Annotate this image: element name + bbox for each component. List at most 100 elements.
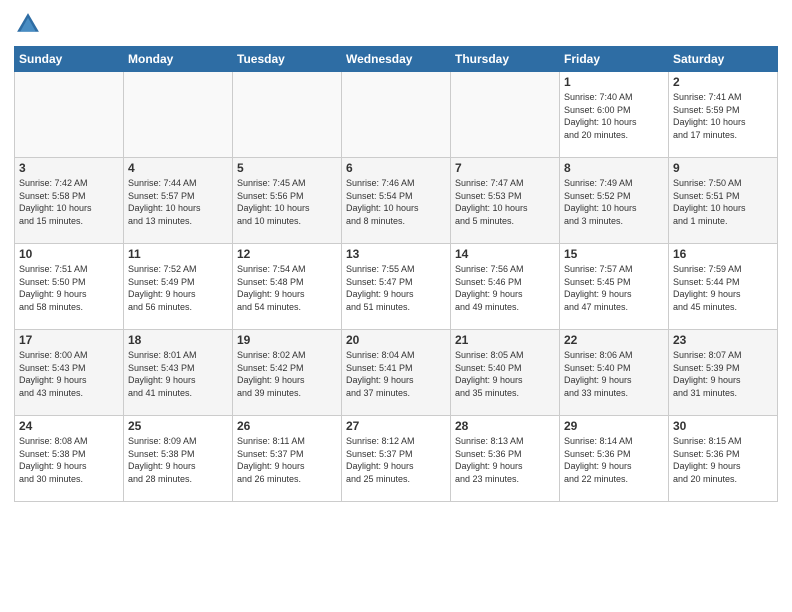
calendar-cell	[451, 72, 560, 158]
day-number: 1	[564, 75, 664, 89]
calendar-cell: 8 Sunrise: 7:49 AM Sunset: 5:52 PM Daylig…	[560, 158, 669, 244]
calendar-cell: 19 Sunrise: 8:02 AM Sunset: 5:42 PM Dayli…	[233, 330, 342, 416]
day-info: Sunrise: 7:46 AM Sunset: 5:54 PM Dayligh…	[346, 177, 446, 227]
day-number: 5	[237, 161, 337, 175]
day-number: 4	[128, 161, 228, 175]
day-info: Sunrise: 7:45 AM Sunset: 5:56 PM Dayligh…	[237, 177, 337, 227]
calendar-cell: 12 Sunrise: 7:54 AM Sunset: 5:48 PM Dayli…	[233, 244, 342, 330]
calendar-cell	[342, 72, 451, 158]
day-info: Sunrise: 7:50 AM Sunset: 5:51 PM Dayligh…	[673, 177, 773, 227]
calendar-cell: 11 Sunrise: 7:52 AM Sunset: 5:49 PM Dayli…	[124, 244, 233, 330]
calendar-cell: 25 Sunrise: 8:09 AM Sunset: 5:38 PM Dayli…	[124, 416, 233, 502]
day-info: Sunrise: 8:11 AM Sunset: 5:37 PM Dayligh…	[237, 435, 337, 485]
day-number: 25	[128, 419, 228, 433]
day-number: 3	[19, 161, 119, 175]
day-number: 20	[346, 333, 446, 347]
day-info: Sunrise: 8:09 AM Sunset: 5:38 PM Dayligh…	[128, 435, 228, 485]
weekday-header-tuesday: Tuesday	[233, 47, 342, 72]
day-info: Sunrise: 7:44 AM Sunset: 5:57 PM Dayligh…	[128, 177, 228, 227]
calendar-week-1: 1 Sunrise: 7:40 AM Sunset: 6:00 PM Daylig…	[15, 72, 778, 158]
day-number: 30	[673, 419, 773, 433]
day-number: 14	[455, 247, 555, 261]
calendar-week-3: 10 Sunrise: 7:51 AM Sunset: 5:50 PM Dayli…	[15, 244, 778, 330]
calendar-cell: 28 Sunrise: 8:13 AM Sunset: 5:36 PM Dayli…	[451, 416, 560, 502]
day-number: 9	[673, 161, 773, 175]
day-info: Sunrise: 8:02 AM Sunset: 5:42 PM Dayligh…	[237, 349, 337, 399]
day-info: Sunrise: 7:56 AM Sunset: 5:46 PM Dayligh…	[455, 263, 555, 313]
day-number: 21	[455, 333, 555, 347]
day-info: Sunrise: 7:40 AM Sunset: 6:00 PM Dayligh…	[564, 91, 664, 141]
day-number: 22	[564, 333, 664, 347]
calendar-cell: 4 Sunrise: 7:44 AM Sunset: 5:57 PM Daylig…	[124, 158, 233, 244]
day-number: 10	[19, 247, 119, 261]
day-number: 19	[237, 333, 337, 347]
day-number: 16	[673, 247, 773, 261]
weekday-header-wednesday: Wednesday	[342, 47, 451, 72]
calendar-table: SundayMondayTuesdayWednesdayThursdayFrid…	[14, 46, 778, 502]
day-number: 11	[128, 247, 228, 261]
weekday-header-saturday: Saturday	[669, 47, 778, 72]
day-info: Sunrise: 8:05 AM Sunset: 5:40 PM Dayligh…	[455, 349, 555, 399]
day-info: Sunrise: 8:12 AM Sunset: 5:37 PM Dayligh…	[346, 435, 446, 485]
calendar-cell: 27Sunrise: 8:12 AM Sunset: 5:37 PM Dayli…	[342, 416, 451, 502]
logo	[14, 10, 46, 38]
calendar-cell	[233, 72, 342, 158]
calendar-cell: 5 Sunrise: 7:45 AM Sunset: 5:56 PM Daylig…	[233, 158, 342, 244]
day-info: Sunrise: 7:59 AM Sunset: 5:44 PM Dayligh…	[673, 263, 773, 313]
day-info: Sunrise: 8:00 AM Sunset: 5:43 PM Dayligh…	[19, 349, 119, 399]
day-info: Sunrise: 8:06 AM Sunset: 5:40 PM Dayligh…	[564, 349, 664, 399]
weekday-header-monday: Monday	[124, 47, 233, 72]
day-info: Sunrise: 8:04 AM Sunset: 5:41 PM Dayligh…	[346, 349, 446, 399]
calendar-cell: 13Sunrise: 7:55 AM Sunset: 5:47 PM Dayli…	[342, 244, 451, 330]
day-number: 6	[346, 161, 446, 175]
calendar-cell: 30Sunrise: 8:15 AM Sunset: 5:36 PM Dayli…	[669, 416, 778, 502]
calendar-cell: 15 Sunrise: 7:57 AM Sunset: 5:45 PM Dayli…	[560, 244, 669, 330]
calendar-cell: 6 Sunrise: 7:46 AM Sunset: 5:54 PM Daylig…	[342, 158, 451, 244]
calendar-cell: 7 Sunrise: 7:47 AM Sunset: 5:53 PM Daylig…	[451, 158, 560, 244]
calendar-week-4: 17 Sunrise: 8:00 AM Sunset: 5:43 PM Dayli…	[15, 330, 778, 416]
day-info: Sunrise: 7:47 AM Sunset: 5:53 PM Dayligh…	[455, 177, 555, 227]
calendar-cell: 26 Sunrise: 8:11 AM Sunset: 5:37 PM Dayli…	[233, 416, 342, 502]
day-number: 2	[673, 75, 773, 89]
day-info: Sunrise: 7:52 AM Sunset: 5:49 PM Dayligh…	[128, 263, 228, 313]
day-number: 12	[237, 247, 337, 261]
day-info: Sunrise: 7:42 AM Sunset: 5:58 PM Dayligh…	[19, 177, 119, 227]
calendar-cell: 23Sunrise: 8:07 AM Sunset: 5:39 PM Dayli…	[669, 330, 778, 416]
calendar-cell	[124, 72, 233, 158]
day-info: Sunrise: 7:57 AM Sunset: 5:45 PM Dayligh…	[564, 263, 664, 313]
day-number: 28	[455, 419, 555, 433]
calendar-week-2: 3 Sunrise: 7:42 AM Sunset: 5:58 PM Daylig…	[15, 158, 778, 244]
day-info: Sunrise: 8:13 AM Sunset: 5:36 PM Dayligh…	[455, 435, 555, 485]
calendar-week-5: 24Sunrise: 8:08 AM Sunset: 5:38 PM Dayli…	[15, 416, 778, 502]
calendar-cell: 14 Sunrise: 7:56 AM Sunset: 5:46 PM Dayli…	[451, 244, 560, 330]
logo-icon	[14, 10, 42, 38]
weekday-header-row: SundayMondayTuesdayWednesdayThursdayFrid…	[15, 47, 778, 72]
day-number: 7	[455, 161, 555, 175]
day-number: 15	[564, 247, 664, 261]
calendar-cell: 2 Sunrise: 7:41 AM Sunset: 5:59 PM Daylig…	[669, 72, 778, 158]
day-info: Sunrise: 7:49 AM Sunset: 5:52 PM Dayligh…	[564, 177, 664, 227]
day-number: 23	[673, 333, 773, 347]
weekday-header-thursday: Thursday	[451, 47, 560, 72]
day-number: 29	[564, 419, 664, 433]
calendar-cell: 3 Sunrise: 7:42 AM Sunset: 5:58 PM Daylig…	[15, 158, 124, 244]
day-info: Sunrise: 8:14 AM Sunset: 5:36 PM Dayligh…	[564, 435, 664, 485]
day-number: 17	[19, 333, 119, 347]
day-info: Sunrise: 7:51 AM Sunset: 5:50 PM Dayligh…	[19, 263, 119, 313]
calendar-cell: 17 Sunrise: 8:00 AM Sunset: 5:43 PM Dayli…	[15, 330, 124, 416]
calendar-cell: 9 Sunrise: 7:50 AM Sunset: 5:51 PM Daylig…	[669, 158, 778, 244]
day-info: Sunrise: 7:54 AM Sunset: 5:48 PM Dayligh…	[237, 263, 337, 313]
day-info: Sunrise: 7:41 AM Sunset: 5:59 PM Dayligh…	[673, 91, 773, 141]
day-number: 26	[237, 419, 337, 433]
day-info: Sunrise: 8:08 AM Sunset: 5:38 PM Dayligh…	[19, 435, 119, 485]
calendar-cell: 1 Sunrise: 7:40 AM Sunset: 6:00 PM Daylig…	[560, 72, 669, 158]
calendar-cell: 18Sunrise: 8:01 AM Sunset: 5:43 PM Dayli…	[124, 330, 233, 416]
day-number: 13	[346, 247, 446, 261]
header	[14, 10, 778, 38]
calendar-cell	[15, 72, 124, 158]
day-info: Sunrise: 8:01 AM Sunset: 5:43 PM Dayligh…	[128, 349, 228, 399]
calendar-cell: 29 Sunrise: 8:14 AM Sunset: 5:36 PM Dayli…	[560, 416, 669, 502]
day-number: 8	[564, 161, 664, 175]
page-container: SundayMondayTuesdayWednesdayThursdayFrid…	[0, 0, 792, 508]
weekday-header-sunday: Sunday	[15, 47, 124, 72]
